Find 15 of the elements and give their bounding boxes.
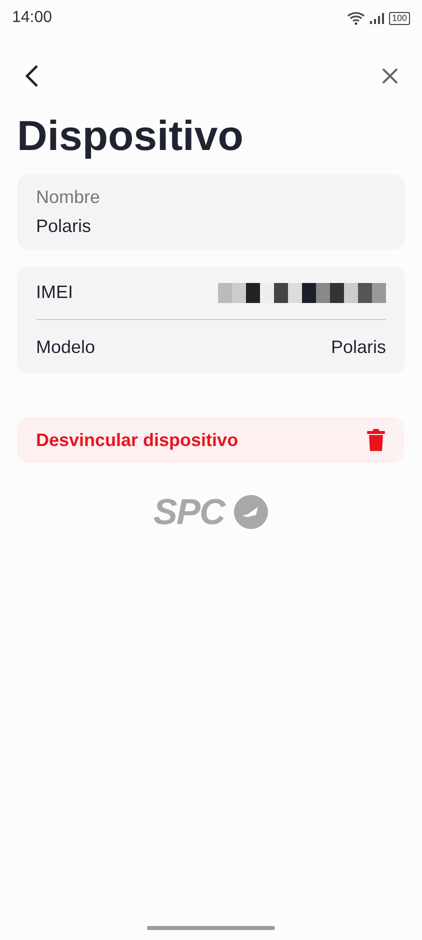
signal-icon: [368, 12, 385, 24]
trash-icon: [367, 429, 385, 451]
page-title: Dispositivo: [16, 111, 244, 161]
name-field[interactable]: Nombre Polaris: [17, 174, 405, 250]
detail-label: Modelo: [36, 336, 96, 358]
unlink-device-button[interactable]: Desvincular dispositivo: [17, 417, 404, 463]
detail-label: IMEI: [36, 281, 74, 304]
rocket-badge-icon: [232, 494, 269, 530]
status-time: 14:00: [12, 8, 52, 28]
brand-logo-text: SPC: [153, 490, 225, 534]
detail-value: Polaris: [330, 336, 386, 358]
battery-indicator: 100: [388, 12, 410, 24]
field-value: Polaris: [36, 215, 92, 238]
field-label: Nombre: [36, 186, 102, 209]
wifi-icon: [346, 11, 365, 25]
